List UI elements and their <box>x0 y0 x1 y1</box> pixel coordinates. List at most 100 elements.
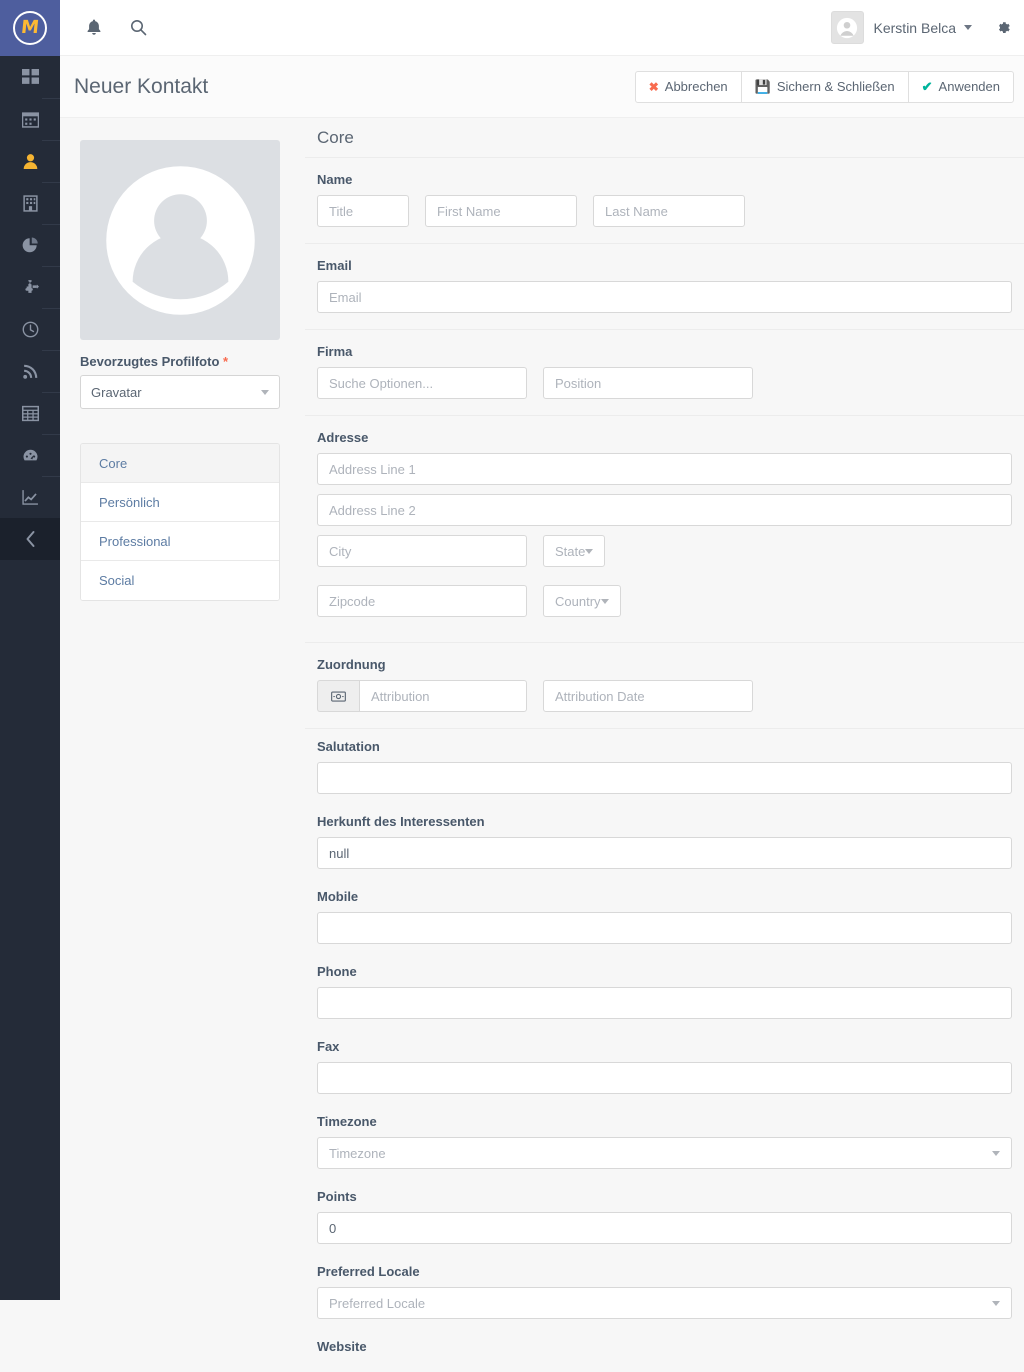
apply-button[interactable]: ✔ Anwenden <box>907 70 1014 103</box>
sidebar-item-channels[interactable] <box>0 350 60 392</box>
chevron-down-icon <box>992 1300 1000 1306</box>
title-input[interactable]: Title <box>317 195 409 227</box>
section-website: Website <box>305 1329 1024 1372</box>
contact-avatar-placeholder[interactable] <box>80 140 280 340</box>
cancel-button[interactable]: ✖ Abbrechen <box>634 70 742 103</box>
fax-input[interactable] <box>317 1062 1012 1094</box>
panel-title: Core <box>305 118 1024 158</box>
tab-core[interactable]: Core <box>81 444 279 483</box>
pie-chart-icon <box>22 237 38 252</box>
city-input[interactable]: City <box>317 535 527 567</box>
attribution-date-input[interactable]: Attribution Date <box>543 680 753 712</box>
locale-select[interactable]: Preferred Locale <box>317 1287 1012 1319</box>
sidebar-item-contacts[interactable] <box>0 140 60 182</box>
cancel-button-label: Abbrechen <box>664 79 728 94</box>
locale-label: Preferred Locale <box>317 1264 420 1279</box>
section-fax: Fax <box>305 1029 1024 1104</box>
section-points: Points 0 <box>305 1179 1024 1254</box>
left-sidebar <box>0 56 60 1300</box>
tab-social[interactable]: Social <box>81 561 279 600</box>
logo-circle: M <box>13 10 47 45</box>
gear-icon[interactable] <box>994 19 1012 37</box>
user-placeholder-icon <box>105 165 255 315</box>
top-bar: M Kerstin Belca <box>0 0 1024 56</box>
attribution-input-group: Attribution <box>317 680 527 712</box>
tab-professional-label: Professional <box>99 533 171 549</box>
mobile-input[interactable] <box>317 912 1012 944</box>
section-timezone: Timezone Timezone <box>305 1104 1024 1179</box>
save-icon: 💾 <box>754 78 771 94</box>
timezone-select[interactable]: Timezone <box>317 1137 1012 1169</box>
save-and-close-button[interactable]: 💾 Sichern & Schließen <box>740 70 909 103</box>
address-label: Adresse <box>317 430 369 445</box>
core-form-panel: Core Name Title First Name Last Name Ema… <box>305 118 1024 1372</box>
sidebar-item-reports[interactable] <box>0 476 60 518</box>
profile-photo-select[interactable]: Gravatar <box>80 375 280 409</box>
line-chart-icon <box>21 489 38 505</box>
section-address: Adresse Address Line 1 Address Line 2 Ci… <box>305 416 1024 643</box>
chevron-down-icon <box>964 25 972 30</box>
email-input[interactable]: Email <box>317 281 1012 313</box>
position-input[interactable]: Position <box>543 367 753 399</box>
x-icon: ✖ <box>648 79 659 94</box>
country-select-value: Country <box>555 593 601 609</box>
section-mobile: Mobile <box>305 879 1024 954</box>
user-icon <box>23 153 37 169</box>
state-select[interactable]: State <box>543 535 606 567</box>
sidebar-item-segments[interactable] <box>0 224 60 266</box>
tab-professional[interactable]: Professional <box>81 522 279 561</box>
website-label: Website <box>317 1339 367 1354</box>
dashboard-icon <box>21 68 39 84</box>
bell-icon[interactable] <box>72 0 116 56</box>
last-name-input[interactable]: Last Name <box>593 195 745 227</box>
name-row: Title First Name Last Name <box>317 195 1012 227</box>
section-company: Firma Suche Optionen... Position <box>305 330 1024 416</box>
mobile-label: Mobile <box>317 889 359 904</box>
profile-photo-label-text: Bevorzugtes Profilfoto <box>80 354 220 369</box>
puzzle-icon <box>24 279 39 293</box>
salutation-input[interactable] <box>317 762 1012 794</box>
section-attribution: Zuordnung Attribution Attribution Date <box>305 643 1024 729</box>
country-select[interactable]: Country <box>543 585 621 617</box>
company-search-input[interactable]: Suche Optionen... <box>317 367 527 399</box>
attribution-input[interactable]: Attribution <box>359 680 527 712</box>
chevron-down-icon <box>992 1150 1000 1156</box>
timezone-label: Timezone <box>317 1114 377 1129</box>
sidebar-item-companies[interactable] <box>0 182 60 224</box>
building-icon <box>22 194 38 212</box>
state-select-value: State <box>555 543 586 559</box>
sidebar-item-calendar[interactable] <box>0 98 60 140</box>
zipcode-input[interactable]: Zipcode <box>317 585 527 617</box>
contact-left-panel: Bevorzugtes Profilfoto * Gravatar Core P… <box>80 118 280 601</box>
sidebar-item-points[interactable] <box>0 308 60 350</box>
lead-source-input[interactable]: null <box>317 837 1012 869</box>
timezone-select-value: Timezone <box>329 1145 386 1161</box>
address-line2-input[interactable]: Address Line 2 <box>317 494 1012 526</box>
points-input[interactable]: 0 <box>317 1212 1012 1244</box>
search-icon[interactable] <box>116 0 160 56</box>
page-body: Bevorzugtes Profilfoto * Gravatar Core P… <box>60 118 1024 1372</box>
email-label: Email <box>317 258 352 273</box>
tab-personal[interactable]: Persönlich <box>81 483 279 522</box>
sidebar-item-stages[interactable] <box>0 434 60 476</box>
points-label: Points <box>317 1189 357 1204</box>
sidebar-item-campaigns[interactable] <box>0 266 60 308</box>
chevron-down-icon <box>261 389 269 395</box>
mautic-logo[interactable]: M <box>0 0 60 56</box>
user-menu[interactable]: Kerstin Belca <box>830 11 1024 44</box>
city-state-row: City State <box>317 535 1012 576</box>
salutation-label: Salutation <box>317 739 380 754</box>
chevron-left-icon <box>26 531 34 547</box>
sidebar-item-components[interactable] <box>0 392 60 434</box>
address-line1-input[interactable]: Address Line 1 <box>317 453 1012 485</box>
page-title: Neuer Kontakt <box>74 74 209 98</box>
phone-input[interactable] <box>317 987 1012 1019</box>
name-label: Name <box>317 172 353 187</box>
tab-social-label: Social <box>99 573 135 588</box>
section-salutation: Salutation <box>305 729 1024 804</box>
sidebar-collapse-button[interactable] <box>0 518 60 560</box>
lead-source-label: Herkunft des Interessenten <box>317 814 485 829</box>
sidebar-item-dashboard[interactable] <box>0 56 60 98</box>
section-name: Name Title First Name Last Name <box>305 158 1024 244</box>
first-name-input[interactable]: First Name <box>425 195 577 227</box>
